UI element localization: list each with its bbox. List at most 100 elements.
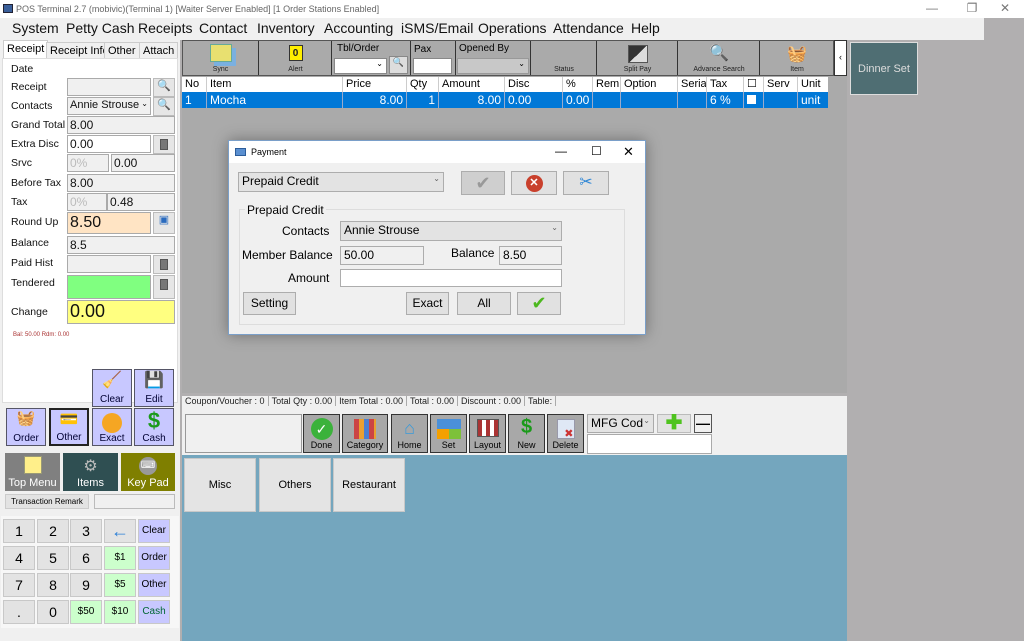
sync-button[interactable]: Sync [183,41,259,75]
menu-help[interactable]: Help [631,20,660,36]
menu-isms-email[interactable]: iSMS/Email [401,20,473,36]
key-4[interactable]: 4 [3,546,35,570]
tile-dinner-set[interactable]: Dinner Set [850,42,918,95]
key-pad-button[interactable]: ⌨ Key Pad [121,453,175,491]
menu-operations[interactable]: Operations [478,20,546,36]
exact-button[interactable]: Exact [92,408,132,446]
col-price[interactable]: Price [343,77,407,92]
col-item[interactable]: Item [207,77,343,92]
tab-receipt-info[interactable]: Receipt Info [46,42,113,59]
tendered-calculator-button[interactable] [153,275,175,299]
items-button[interactable]: ⚙ Items [63,453,118,491]
menu-contact[interactable]: Contact [199,20,247,36]
close-window-button[interactable]: ✕ [990,1,1020,17]
key-5[interactable]: 5 [37,546,69,570]
category-restaurant[interactable]: Restaurant [333,458,405,512]
key-other[interactable]: Other [138,573,170,597]
col-unit[interactable]: Unit [798,77,828,92]
advance-search-button[interactable]: 🔍 Advance Search [679,41,760,75]
confirm-payment-button[interactable]: ✔ [517,292,561,315]
col-tax[interactable]: Tax [707,77,744,92]
key-10-dollar[interactable]: $10 [104,600,136,624]
col-qty[interactable]: Qty [407,77,439,92]
col-disc[interactable]: Disc [505,77,563,92]
status-button[interactable]: Status [532,41,597,75]
setting-button[interactable]: Setting [243,292,296,315]
top-menu-button[interactable]: Top Menu [5,453,60,491]
contacts-search-button[interactable]: 🔍 [153,97,175,116]
restore-button[interactable]: ❐ [957,1,987,17]
opened-by-select[interactable]: ⌄ [457,58,529,74]
split-pay-button[interactable]: Split Pay [598,41,678,75]
col-serv[interactable]: Serv [764,77,798,92]
home-button[interactable]: ⌂ Home [391,414,428,453]
paid-hist-calculator-button[interactable] [153,255,175,274]
pax-field[interactable] [413,58,452,74]
clear-button[interactable]: 🧹 Clear [92,369,132,407]
tax-percent-field[interactable]: 0% [67,193,107,211]
col-rem[interactable]: Rem [593,77,621,92]
tools-button[interactable]: ✂ [563,171,609,195]
other-payment-button[interactable]: 💳 Other [49,408,89,446]
round-up-button[interactable]: ▣ [153,212,175,234]
tab-attach[interactable]: Attach [139,42,179,59]
tab-receipt[interactable]: Receipt [3,40,49,59]
confirm-disabled-button[interactable]: ✔ [461,171,505,195]
key-3[interactable]: 3 [70,519,102,543]
receipt-search-button[interactable]: 🔍 [153,78,175,97]
edit-button[interactable]: 💾 Edit [134,369,174,407]
mfg-code-select[interactable]: MFG Cod ⌄ [587,414,654,433]
dialog-contacts-select[interactable]: Annie Strouse ⌄ [340,221,562,241]
set-button[interactable]: Set [430,414,467,453]
done-button[interactable]: ✓ Done [303,414,340,453]
category-others[interactable]: Others [259,458,331,512]
key-0[interactable]: 0 [37,600,69,624]
payment-method-select[interactable]: Prepaid Credit ⌄ [238,172,444,192]
transaction-remark-button[interactable]: Transaction Remark [5,494,89,509]
menu-attendance[interactable]: Attendance [553,20,624,36]
key-backspace[interactable]: ← [104,519,136,543]
dialog-maximize-button[interactable]: ☐ [591,144,602,158]
extra-disc-calculator-button[interactable] [153,135,175,154]
col-no[interactable]: No [182,77,207,92]
minimize-button[interactable]: — [917,1,947,17]
dialog-minimize-button[interactable]: — [555,144,567,158]
receipt-field[interactable] [67,78,151,96]
dialog-close-button[interactable]: ✕ [623,144,634,160]
col-amount[interactable]: Amount [439,77,505,92]
key-8[interactable]: 8 [37,573,69,597]
key-50-dollar[interactable]: $50 [70,600,102,624]
col-select-all[interactable]: ☐ [744,77,764,92]
all-amount-button[interactable]: All [457,292,511,315]
collapse-panel-button[interactable]: ‹ [834,40,847,76]
cancel-button[interactable]: ✕ [511,171,557,195]
key-7[interactable]: 7 [3,573,35,597]
cell-checkbox[interactable] [744,92,764,108]
key-cash[interactable]: Cash [138,600,170,624]
delete-button[interactable]: ✖ Delete [547,414,584,453]
category-button[interactable]: Category [342,414,388,453]
alert-button[interactable]: 0 Alert [260,41,332,75]
tbl-order-search-button[interactable]: 🔍 [389,56,408,74]
menu-system[interactable]: System [12,20,59,36]
checkbox[interactable] [747,95,756,104]
extra-disc-field[interactable]: 0.00 [67,135,151,153]
tbl-order-select[interactable]: ⌄ [334,58,387,74]
mfg-code-field[interactable] [587,434,712,454]
col-option[interactable]: Option [621,77,678,92]
category-misc[interactable]: Misc [184,458,256,512]
tendered-field[interactable] [67,275,151,299]
srvc-percent-field[interactable]: 0% [67,154,109,172]
key-clear[interactable]: Clear [138,519,170,543]
table-row[interactable]: 1 Mocha 8.00 1 8.00 0.00 0.00 6 % unit [182,92,828,108]
menu-inventory[interactable]: Inventory [257,20,315,36]
cash-button[interactable]: $ Cash [134,408,174,446]
transaction-remark-field[interactable] [94,494,175,509]
menu-receipts[interactable]: Receipts [138,20,192,36]
menu-accounting[interactable]: Accounting [324,20,393,36]
key-1[interactable]: 1 [3,519,35,543]
layout-button[interactable]: Layout [469,414,506,453]
key-5-dollar[interactable]: $5 [104,573,136,597]
order-button[interactable]: 🧺 Order [6,408,46,446]
key-6[interactable]: 6 [70,546,102,570]
